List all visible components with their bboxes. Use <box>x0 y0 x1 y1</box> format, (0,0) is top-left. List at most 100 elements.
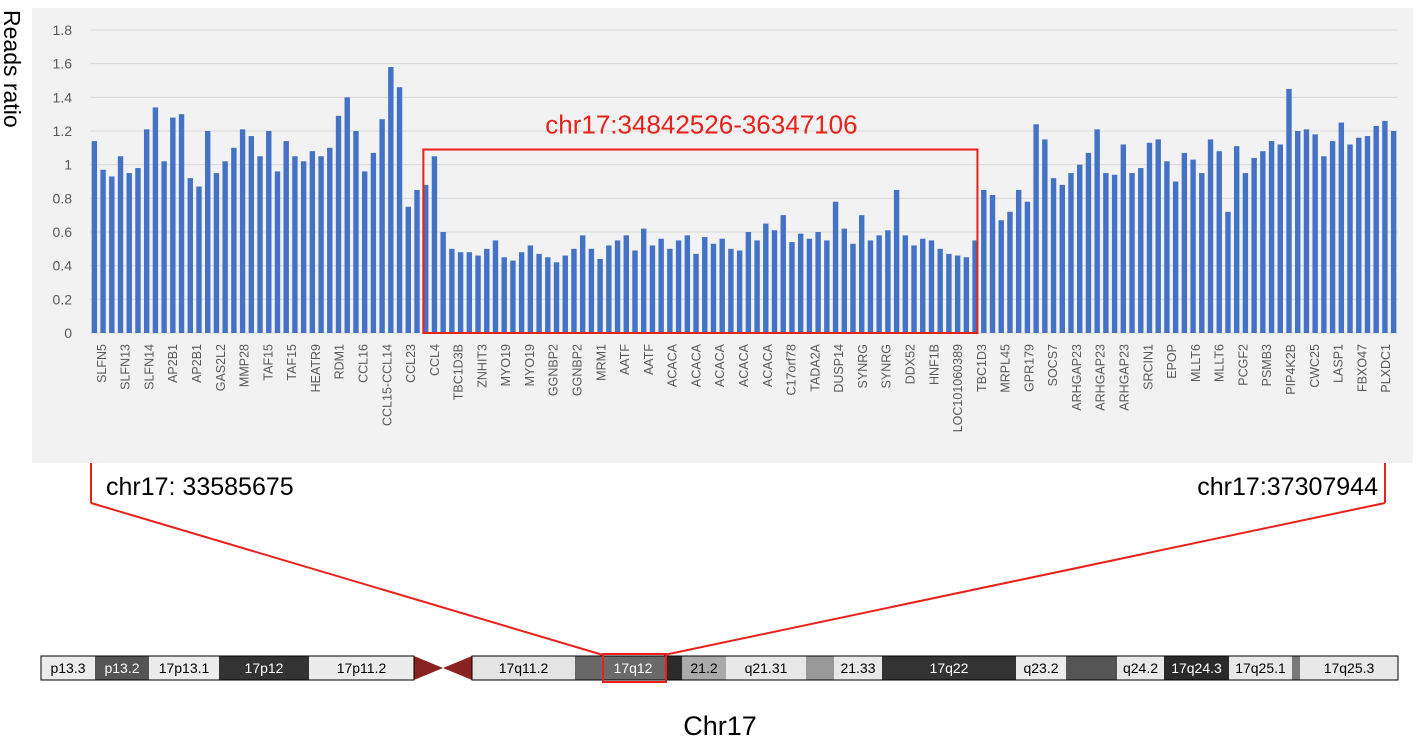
bar <box>1338 122 1345 333</box>
gene-label: MRM1 <box>594 344 608 381</box>
bar <box>1085 152 1092 333</box>
bar <box>1303 129 1310 333</box>
gene-label: GAS2L2 <box>214 344 228 391</box>
gene-label: CCL4 <box>428 344 442 376</box>
bar <box>1138 168 1144 333</box>
bar <box>492 240 499 333</box>
bar <box>963 257 970 333</box>
gene-label: HNF1B <box>927 344 941 385</box>
gene-label: PCGF2 <box>1236 344 1250 386</box>
gene-label: ACACA <box>689 343 703 387</box>
bar <box>431 156 438 333</box>
bar <box>641 228 647 333</box>
bar <box>946 253 952 333</box>
y-tick-label: 1.8 <box>53 22 73 38</box>
bar <box>1216 151 1222 333</box>
y-axis-label: Reads ratio <box>0 10 25 128</box>
bar <box>466 252 473 333</box>
y-tick-label: 0 <box>64 325 72 341</box>
bar <box>1024 201 1031 333</box>
bar <box>449 248 455 333</box>
bar <box>501 257 507 333</box>
band-label: 21.2 <box>690 660 717 676</box>
bar <box>693 253 699 333</box>
gene-label: CCL23 <box>404 344 418 383</box>
band-label: q23.2 <box>1023 660 1058 676</box>
gene-label: MYO19 <box>499 344 513 386</box>
gene-label: GGNBP2 <box>571 344 585 396</box>
gene-label: ARHGAP23 <box>1118 344 1132 411</box>
bar <box>1390 131 1397 333</box>
band-label: 21.33 <box>840 660 875 676</box>
gene-label: MYO19 <box>523 344 537 386</box>
y-tick-label: 1.6 <box>53 56 73 72</box>
y-tick-label: 0.2 <box>53 291 73 307</box>
band-label: 17q24.3 <box>1171 660 1222 676</box>
chromosome-figure: 0 0.2 0.4 0.6 0.8 1 1.2 1.4 1.6 1.8 SLFN5 SLFN13 SL… <box>0 8 1413 741</box>
band-label: p13.3 <box>50 660 85 676</box>
bar <box>597 258 603 333</box>
bar <box>1277 144 1283 333</box>
bar <box>675 240 682 333</box>
bar <box>1146 142 1153 333</box>
gene-label: SLFN14 <box>142 344 156 390</box>
bar <box>222 161 228 333</box>
bar <box>1068 173 1074 333</box>
bar <box>91 141 98 333</box>
bar <box>850 243 856 333</box>
bar <box>658 238 664 333</box>
bar <box>370 152 377 333</box>
bar <box>213 173 220 333</box>
gene-label: CCL16 <box>356 344 370 383</box>
bar <box>1015 189 1022 333</box>
gene-label: GPR179 <box>1022 344 1036 392</box>
bar <box>1382 120 1388 334</box>
chromosome-ideogram: p13.3 p13.2 17p13.1 17p12 17p11.2 17q11.2 17q1… <box>40 653 1399 683</box>
y-tick-label: 0.4 <box>53 258 73 274</box>
bar <box>388 67 394 334</box>
bar <box>440 232 446 333</box>
gene-label: SLFN5 <box>95 344 109 383</box>
bar <box>841 228 847 333</box>
bar <box>1295 131 1301 333</box>
bar <box>719 238 725 333</box>
bar <box>484 248 490 333</box>
highlight-region-label: chr17:34842526-36347106 <box>545 110 857 140</box>
gene-label: MRPL45 <box>999 344 1013 393</box>
y-tick-label: 1 <box>64 157 72 173</box>
bar <box>135 168 141 333</box>
bar <box>1033 124 1039 334</box>
gene-label: ACACA <box>761 343 775 387</box>
bar <box>789 242 795 333</box>
bar <box>902 235 909 333</box>
bar <box>1286 88 1292 334</box>
bar <box>1225 211 1231 333</box>
bar <box>928 240 935 333</box>
bar <box>632 250 638 333</box>
chromosome-title: Chr17 <box>683 711 757 741</box>
bar <box>920 238 926 333</box>
bar <box>1199 173 1205 333</box>
bar <box>1312 134 1318 333</box>
bar <box>1050 178 1057 333</box>
band-label: 17p11.2 <box>337 660 387 676</box>
gene-label: CWC25 <box>1308 344 1322 388</box>
bar <box>457 252 464 333</box>
chromosome-band <box>1292 656 1300 680</box>
bar <box>754 240 760 333</box>
bar <box>292 156 298 333</box>
bar <box>266 131 272 333</box>
bar <box>571 248 577 333</box>
gene-label: ARHGAP23 <box>1094 344 1108 411</box>
centromere-right <box>443 656 472 680</box>
bar <box>562 255 568 333</box>
bar <box>553 262 560 333</box>
bar <box>1321 156 1327 333</box>
band-label: 17p12 <box>245 660 284 676</box>
bar <box>248 136 255 333</box>
band-label: 17q12 <box>614 660 653 676</box>
bar <box>1111 174 1118 333</box>
bar <box>684 235 691 333</box>
bar <box>518 252 525 333</box>
bar <box>1373 125 1379 333</box>
